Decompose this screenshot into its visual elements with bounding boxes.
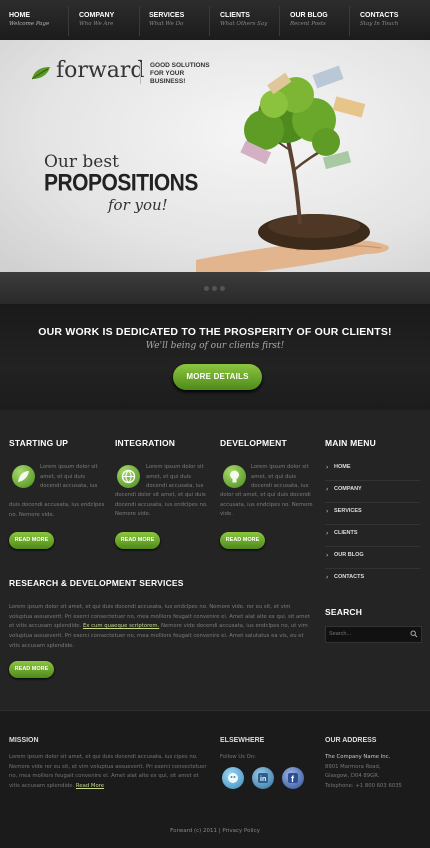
menu-item-services[interactable]: › Services: [325, 502, 420, 525]
column-text-body: docendi dolor sit amet, et qui duis doce…: [115, 492, 208, 518]
hero-line-3: for you!: [108, 196, 168, 214]
nav-item-contacts[interactable]: Contacts Stay In Touch: [360, 12, 398, 36]
hero-line-1: Our best: [44, 152, 119, 172]
research-read-more-button[interactable]: Read More: [9, 661, 54, 678]
chevron-right-icon: ›: [326, 464, 329, 471]
address-title: Our Address: [325, 737, 377, 744]
nav-title: Home: [9, 12, 30, 19]
menu-item-home[interactable]: › Home: [325, 458, 420, 481]
menu-item-label: Services: [334, 508, 362, 514]
cta-title: OUR WORK IS DEDICATED TO THE PROSPERITY …: [38, 326, 392, 338]
nav-separator: [209, 6, 210, 36]
menu-item-company[interactable]: › Company: [325, 480, 420, 503]
column-text-body: duis docendi accusata, ius endclpes no. …: [9, 502, 105, 518]
menu-item-contacts[interactable]: › Contacts: [325, 568, 420, 590]
nav-item-company[interactable]: Company Who We Are: [79, 12, 114, 36]
nav-title: Services: [149, 12, 185, 19]
nav-item-services[interactable]: Services What We Do: [149, 12, 184, 36]
nav-subtitle: Recent Posts: [290, 21, 326, 27]
chevron-right-icon: ›: [326, 530, 329, 537]
nav-separator: [349, 6, 350, 36]
column-title-development: Development: [220, 438, 287, 448]
research-text: Lorem ipsum dolor sit amet, et qui duis …: [9, 604, 310, 649]
hero-banner: forward Good solutions for your business…: [0, 40, 430, 272]
cta-subtitle: We'll being of our clients first!: [145, 341, 285, 351]
nav-subtitle: Who We Are: [79, 21, 114, 27]
top-navigation: Home Welcome Page Company Who We Are Ser…: [0, 0, 430, 41]
research-link[interactable]: Ex cum quaeque scriptorem.: [83, 623, 159, 629]
menu-item-our-blog[interactable]: › Our Blog: [325, 546, 420, 569]
follow-us-label: Follow Us On:: [220, 754, 256, 760]
nav-title: Our Blog: [290, 12, 328, 19]
nav-title: Contacts: [360, 12, 399, 19]
search-box: [325, 626, 422, 643]
read-more-button[interactable]: Read More: [115, 532, 160, 549]
search-icon[interactable]: [410, 630, 418, 638]
slider-pager-strip: [0, 272, 430, 304]
menu-item-label: Company: [334, 486, 362, 492]
address-block: The Company Name Inc. 8901 Marmora Road,…: [325, 754, 402, 789]
logo-divider: [140, 62, 141, 84]
nav-subtitle: Welcome Page: [9, 21, 50, 27]
svg-text:in: in: [260, 776, 266, 783]
search-input[interactable]: [329, 628, 407, 640]
research-title: Research & Development Services: [9, 578, 184, 588]
read-more-button[interactable]: Read More: [220, 532, 265, 549]
nav-title: Clients: [220, 12, 250, 19]
menu-item-label: Our Blog: [334, 552, 364, 558]
nav-separator: [68, 6, 69, 36]
nav-item-our-blog[interactable]: Our Blog Recent Posts: [290, 12, 328, 36]
slider-dot[interactable]: [204, 286, 209, 291]
money-tree-image: [196, 65, 389, 272]
chevron-right-icon: ›: [326, 574, 329, 581]
twitter-icon[interactable]: [222, 767, 244, 789]
elsewhere-title: Elsewhere: [220, 737, 265, 744]
chevron-right-icon: ›: [326, 486, 329, 493]
mission-read-more-link[interactable]: Read More: [76, 783, 104, 789]
chevron-right-icon: ›: [326, 552, 329, 559]
nav-subtitle: What Others Say: [220, 21, 268, 27]
read-more-button[interactable]: Read More: [9, 532, 54, 549]
mission-title: Mission: [9, 737, 39, 744]
logo-text[interactable]: forward: [56, 58, 144, 83]
main-menu-title: Main Menu: [325, 438, 376, 448]
nav-subtitle: What We Do: [149, 21, 184, 27]
nav-item-clients[interactable]: Clients What Others Say: [220, 12, 267, 36]
globe-icon: [117, 465, 140, 488]
mission-text: Lorem ipsum dolor sit amet, et qui duis …: [9, 754, 207, 789]
column-title-integration: Integration: [115, 438, 176, 448]
column-title-starting-up: Starting Up: [9, 438, 69, 448]
leaf-icon: [12, 465, 35, 488]
hero-line-2: PROPOSITIONS: [44, 170, 198, 197]
column-text-body: dolor sit amet, et qui duis docendi accu…: [220, 492, 313, 518]
nav-subtitle: Stay In Touch: [360, 21, 399, 27]
nav-separator: [139, 6, 140, 36]
slider-dot[interactable]: [212, 286, 217, 291]
column-text-lead: Lorem ipsum dolor sit amet, et qui duis do…: [251, 464, 309, 490]
facebook-icon[interactable]: f: [282, 767, 304, 789]
column-text-lead: Lorem ipsum dolor sit amet, et qui duis do…: [40, 464, 98, 490]
menu-item-label: Home: [334, 464, 351, 470]
chevron-right-icon: ›: [326, 508, 329, 515]
more-details-button[interactable]: More Details: [173, 364, 262, 390]
search-title: Search: [325, 607, 363, 617]
menu-item-clients[interactable]: › Clients: [325, 524, 420, 547]
copyright: Forward (c) 2011 | Privacy Policy: [170, 828, 260, 834]
column-text-lead: Lorem ipsum dolor sit amet, et qui duis do…: [146, 464, 204, 490]
cta-band: OUR WORK IS DEDICATED TO THE PROSPERITY …: [0, 304, 430, 411]
menu-item-label: Clients: [334, 530, 358, 536]
leaf-logo-icon: [31, 67, 50, 80]
nav-separator: [279, 6, 280, 36]
nav-title: Company: [79, 12, 115, 19]
linkedin-icon[interactable]: in: [252, 767, 274, 789]
slider-dot[interactable]: [220, 286, 225, 291]
menu-item-label: Contacts: [334, 574, 365, 580]
lightbulb-icon: [223, 465, 246, 488]
nav-item-home[interactable]: Home Welcome Page: [9, 12, 49, 36]
